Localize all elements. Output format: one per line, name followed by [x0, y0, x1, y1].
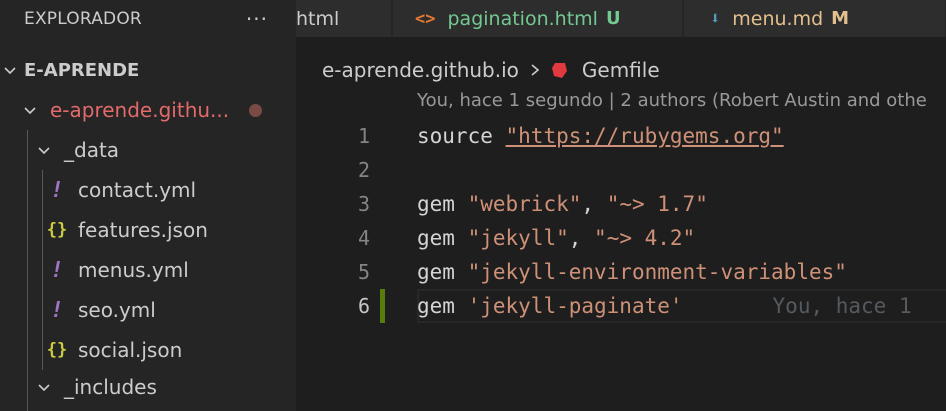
chevron-down-icon: [34, 377, 54, 397]
chevron-down-icon: [34, 140, 54, 160]
breadcrumb-file[interactable]: Gemfile: [582, 58, 660, 82]
editor-tabs: html <> pagination.html U ⬇ menu.md M: [296, 0, 946, 37]
string: 'jekyll-paginate': [467, 294, 683, 318]
more-actions-icon[interactable]: ···: [246, 7, 268, 31]
chevron-down-icon: [0, 60, 20, 80]
keyword: source: [417, 124, 493, 148]
tree-root[interactable]: E-APRENDE: [0, 50, 296, 90]
root-folder-label: E-APRENDE: [24, 59, 140, 81]
code-text: gem 'jekyll-paginate' You, hace 1: [417, 289, 912, 323]
code-line[interactable]: 5 gem "jekyll-environment-variables": [296, 255, 946, 289]
code-line[interactable]: 2: [296, 153, 946, 187]
line-number: 6: [357, 294, 370, 318]
json-file-icon: {}: [46, 220, 68, 240]
inline-blame: You, hace 1: [772, 294, 912, 318]
tab-label: menu.md: [732, 7, 824, 30]
yaml-file-icon: !: [50, 257, 64, 283]
tab-html[interactable]: html: [296, 0, 392, 37]
chevron-down-icon: [20, 100, 40, 120]
file-label: social.json: [78, 338, 183, 362]
explorer-header: EXPLORADOR ···: [0, 0, 296, 37]
folder-label: _data: [64, 138, 120, 162]
code-line[interactable]: 3 gem "webrick", "~> 1.7": [296, 187, 946, 221]
file-label: menus.yml: [78, 258, 189, 282]
file-label: features.json: [78, 218, 208, 242]
tree-file-social[interactable]: {} social.json: [0, 330, 296, 370]
string: "~> 4.2": [594, 226, 696, 250]
tree-folder-includes[interactable]: _includes: [0, 367, 296, 407]
json-file-icon: {}: [46, 340, 68, 360]
line-number: 1: [357, 124, 370, 148]
comma: ,: [568, 226, 595, 250]
line-number: 3: [357, 192, 370, 216]
tree-folder-project[interactable]: e-aprende.githu...: [0, 90, 296, 130]
explorer-sidebar: EXPLORADOR ··· E-APRENDE e-aprende.githu…: [0, 0, 296, 411]
url-string[interactable]: "https://rubygems.org": [506, 124, 784, 148]
line-number: 2: [357, 158, 370, 182]
breadcrumb: e-aprende.github.io Gemfile: [322, 52, 660, 88]
file-label: contact.yml: [78, 178, 197, 202]
tree-file-menus[interactable]: ! menus.yml: [0, 250, 296, 290]
explorer-title: EXPLORADOR: [24, 8, 142, 29]
string: "jekyll": [467, 226, 569, 250]
yaml-file-icon: !: [50, 297, 64, 323]
tab-menu[interactable]: ⬇ menu.md M: [684, 0, 946, 37]
code-text: gem "jekyll", "~> 4.2": [417, 221, 695, 255]
tree-file-features[interactable]: {} features.json: [0, 210, 296, 250]
file-label: seo.yml: [78, 298, 156, 322]
code-text: gem "webrick", "~> 1.7": [417, 187, 708, 221]
line-number: 4: [357, 226, 370, 250]
string: "jekyll-environment-variables": [467, 260, 847, 284]
code-text: gem "jekyll-environment-variables": [417, 255, 847, 289]
modified-dot-icon: [249, 103, 262, 117]
modified-badge: M: [831, 8, 850, 29]
project-folder-label: e-aprende.githu...: [50, 98, 230, 122]
tree-file-seo[interactable]: ! seo.yml: [0, 290, 296, 330]
keyword: gem: [417, 260, 455, 284]
code-line[interactable]: 1 source "https://rubygems.org": [296, 119, 946, 153]
yaml-file-icon: !: [50, 177, 64, 203]
keyword: gem: [417, 226, 455, 250]
string: "~> 1.7": [606, 192, 708, 216]
tab-label: html: [296, 7, 340, 30]
codelens-authors[interactable]: You, hace 1 segundo | 2 authors (Robert …: [417, 90, 927, 111]
tree-folder-data[interactable]: _data: [0, 130, 296, 170]
markdown-arrow-icon: ⬇: [710, 8, 721, 29]
comma: ,: [581, 192, 607, 216]
ruby-gem-icon: [551, 62, 567, 78]
breadcrumb-folder[interactable]: e-aprende.github.io: [322, 58, 519, 82]
code-text: source "https://rubygems.org": [417, 119, 784, 153]
line-number: 5: [357, 260, 370, 284]
chevron-right-icon: [529, 62, 541, 78]
folder-label: _includes: [64, 375, 157, 399]
code-line[interactable]: 4 gem "jekyll", "~> 4.2": [296, 221, 946, 255]
tab-pagination[interactable]: <> pagination.html U: [393, 0, 683, 37]
tab-label: pagination.html: [447, 7, 598, 30]
tree-file-contact[interactable]: ! contact.yml: [0, 170, 296, 210]
keyword: gem: [417, 294, 455, 318]
code-icon: <>: [415, 8, 436, 29]
string: "webrick": [467, 192, 582, 216]
untracked-badge: U: [605, 8, 621, 29]
code-line-active[interactable]: 6 gem 'jekyll-paginate' You, hace 1: [296, 289, 946, 323]
keyword: gem: [417, 192, 455, 216]
